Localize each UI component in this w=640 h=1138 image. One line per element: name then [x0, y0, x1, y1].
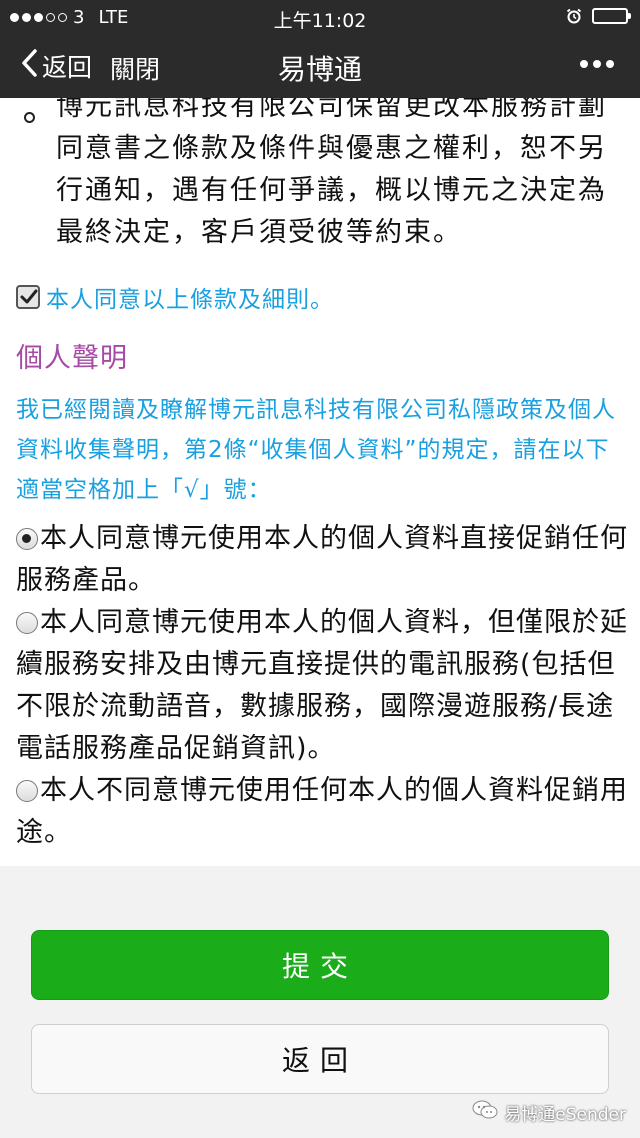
- wechat-logo-icon: [472, 1100, 498, 1125]
- status-right: [566, 8, 631, 24]
- app-screen: 3 LTE 上午11:02 返回 關閉 易博通 博元訊息科技有限公司保留更改本服…: [0, 0, 640, 1138]
- agree-label: 本人同意以上條款及細則。: [46, 287, 334, 313]
- more-options-icon[interactable]: [580, 60, 614, 68]
- status-time: 上午11:02: [273, 10, 367, 32]
- status-bar: 3 LTE 上午11:02: [0, 0, 640, 34]
- bullet-circle-icon: [24, 112, 35, 123]
- terms-content[interactable]: 博元訊息科技有限公司保留更改本服務計劃同意書之條款及條件與優惠之權利，恕不另行通…: [0, 98, 640, 866]
- privacy-statement: 我已經閱讀及瞭解博元訊息科技有限公司私隱政策及個人資料收集聲明，第2條“收集個人…: [16, 397, 616, 503]
- alarm-clock-icon: [566, 8, 582, 24]
- nav-bar: 返回 關閉 易博通: [0, 34, 640, 98]
- consent-option-label: 本人同意博元使用本人的個人資料直接促銷任何服務產品。: [16, 523, 628, 596]
- consent-option-2[interactable]: 本人同意博元使用本人的個人資料，但僅限於延續服務安排及由博元直接提供的電訊服務(…: [16, 602, 636, 770]
- consent-option-3[interactable]: 本人不同意博元使用任何本人的個人資料促銷用途。: [16, 770, 636, 854]
- radio-selected-icon[interactable]: [16, 528, 38, 550]
- back-button[interactable]: 返回: [31, 1024, 609, 1094]
- submit-button[interactable]: 提交: [31, 930, 609, 1000]
- radio-unselected-icon[interactable]: [16, 780, 38, 802]
- battery-icon: [592, 8, 631, 24]
- checkmark-icon: [20, 289, 38, 304]
- terms-bullet: 博元訊息科技有限公司保留更改本服務計劃同意書之條款及條件與優惠之權利，恕不另行通…: [18, 98, 628, 254]
- section-title: 個人聲明: [16, 343, 128, 374]
- watermark-text: 易博通eSender: [504, 1105, 626, 1125]
- consent-option-label: 本人同意博元使用本人的個人資料，但僅限於延續服務安排及由博元直接提供的電訊服務(…: [16, 607, 628, 764]
- consent-options: 本人同意博元使用本人的個人資料直接促銷任何服務產品。 本人同意博元使用本人的個人…: [16, 518, 636, 854]
- terms-text: 博元訊息科技有限公司保留更改本服務計劃同意書之條款及條件與優惠之權利，恕不另行通…: [56, 98, 607, 248]
- radio-unselected-icon[interactable]: [16, 612, 38, 634]
- consent-option-1[interactable]: 本人同意博元使用本人的個人資料直接促銷任何服務產品。: [16, 518, 636, 602]
- agree-terms-row[interactable]: 本人同意以上條款及細則。: [16, 280, 334, 314]
- footer: 提交 返回 易博通eSender: [0, 866, 640, 1138]
- agree-checkbox[interactable]: [16, 285, 40, 309]
- page-title: 易博通: [277, 53, 362, 86]
- watermark: 易博通eSender: [472, 1100, 626, 1125]
- consent-option-label: 本人不同意博元使用任何本人的個人資料促銷用途。: [16, 775, 628, 848]
